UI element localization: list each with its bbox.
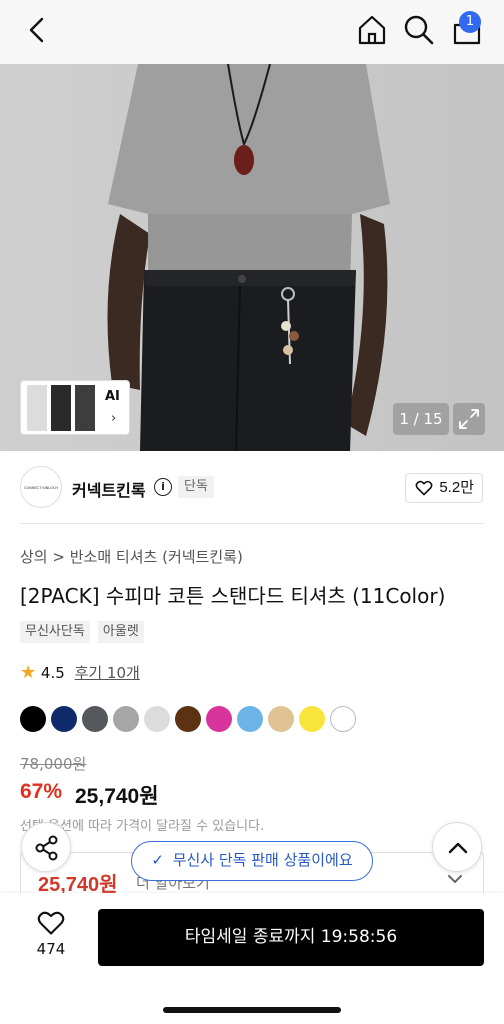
breadcrumb-item[interactable]: 상의 bbox=[20, 548, 48, 566]
brand-like-count: 5.2만 bbox=[439, 479, 474, 496]
thumbnail-image bbox=[51, 385, 71, 431]
expand-icon[interactable] bbox=[453, 403, 485, 435]
brand-name[interactable]: 커넥트킨록 bbox=[72, 477, 146, 501]
original-price: 78,000원 bbox=[20, 755, 87, 773]
color-swatch[interactable] bbox=[175, 706, 201, 732]
exclusive-sale-text: 무신사 단독 판매 상품이에요 bbox=[172, 851, 353, 869]
wishlist-count: 474 bbox=[36, 940, 66, 958]
thumbnail-image bbox=[75, 385, 95, 431]
brand-logo[interactable]: CONNECT KINLOCH bbox=[20, 466, 62, 508]
color-swatch[interactable] bbox=[51, 706, 77, 732]
wishlist-button[interactable]: 474 bbox=[26, 910, 76, 966]
share-icon bbox=[35, 835, 58, 861]
home-icon[interactable] bbox=[354, 12, 390, 48]
rating-row: ★ 4.5 후기 10개 bbox=[20, 662, 140, 683]
brand-like-button[interactable]: 5.2만 bbox=[405, 473, 483, 503]
product-tags: 무신사단독 아울렛 bbox=[20, 620, 147, 643]
color-swatch[interactable] bbox=[206, 706, 232, 732]
chevron-right-icon: › bbox=[111, 411, 117, 426]
tag: 무신사단독 bbox=[20, 621, 90, 643]
color-swatch[interactable] bbox=[237, 706, 263, 732]
divider bbox=[20, 523, 484, 524]
scroll-to-top-button[interactable] bbox=[432, 822, 482, 872]
ai-thumbnail-strip[interactable]: AI › bbox=[20, 380, 130, 435]
cart-count-badge: 1 bbox=[459, 11, 481, 33]
timesale-cta-button[interactable]: 타임세일 종료까지 19:58:56 bbox=[98, 909, 484, 966]
discount-rate: 67% bbox=[20, 780, 63, 803]
image-counter: 1 / 15 bbox=[393, 403, 449, 435]
exclusive-badge: 단독 bbox=[178, 476, 214, 498]
info-icon[interactable]: i bbox=[154, 478, 172, 496]
color-swatch[interactable] bbox=[299, 706, 325, 732]
star-icon: ★ bbox=[20, 662, 37, 683]
tag: 아울렛 bbox=[97, 621, 144, 643]
sale-price: 25,740원 bbox=[75, 785, 159, 808]
thumbnail-image bbox=[27, 385, 47, 431]
exclusive-sale-pill[interactable]: ✓ 무신사 단독 판매 상품이에요 bbox=[131, 841, 373, 881]
chevron-down-icon[interactable] bbox=[446, 870, 464, 888]
color-swatch[interactable] bbox=[82, 706, 108, 732]
check-icon: ✓ bbox=[151, 851, 164, 869]
reviews-link[interactable]: 후기 10개 bbox=[75, 664, 140, 682]
heart-icon bbox=[415, 480, 433, 496]
breadcrumb: 상의 > 반소매 티셔츠 (커넥트킨록) bbox=[20, 546, 243, 567]
color-swatch[interactable] bbox=[144, 706, 170, 732]
chevron-up-icon bbox=[448, 842, 468, 854]
breadcrumb-item[interactable]: 반소매 티셔츠 bbox=[70, 548, 158, 566]
top-navigation-bar: 1 bbox=[0, 0, 504, 64]
home-indicator bbox=[163, 1007, 341, 1013]
search-icon[interactable] bbox=[401, 12, 437, 48]
share-button[interactable] bbox=[21, 822, 71, 872]
heart-icon bbox=[37, 911, 65, 935]
back-arrow-icon[interactable] bbox=[22, 14, 54, 46]
breadcrumb-item[interactable]: (커넥트킨록) bbox=[162, 548, 243, 566]
ai-label: AI bbox=[105, 389, 120, 404]
color-swatch[interactable] bbox=[113, 706, 139, 732]
color-swatch[interactable] bbox=[330, 706, 356, 732]
breadcrumb-separator-icon: > bbox=[52, 548, 70, 566]
color-swatch[interactable] bbox=[20, 706, 46, 732]
rating-value: 4.5 bbox=[40, 664, 65, 682]
product-title: [2PACK] 수피마 코튼 스탠다드 티셔츠 (11Color) bbox=[20, 584, 446, 608]
color-swatch[interactable] bbox=[268, 706, 294, 732]
